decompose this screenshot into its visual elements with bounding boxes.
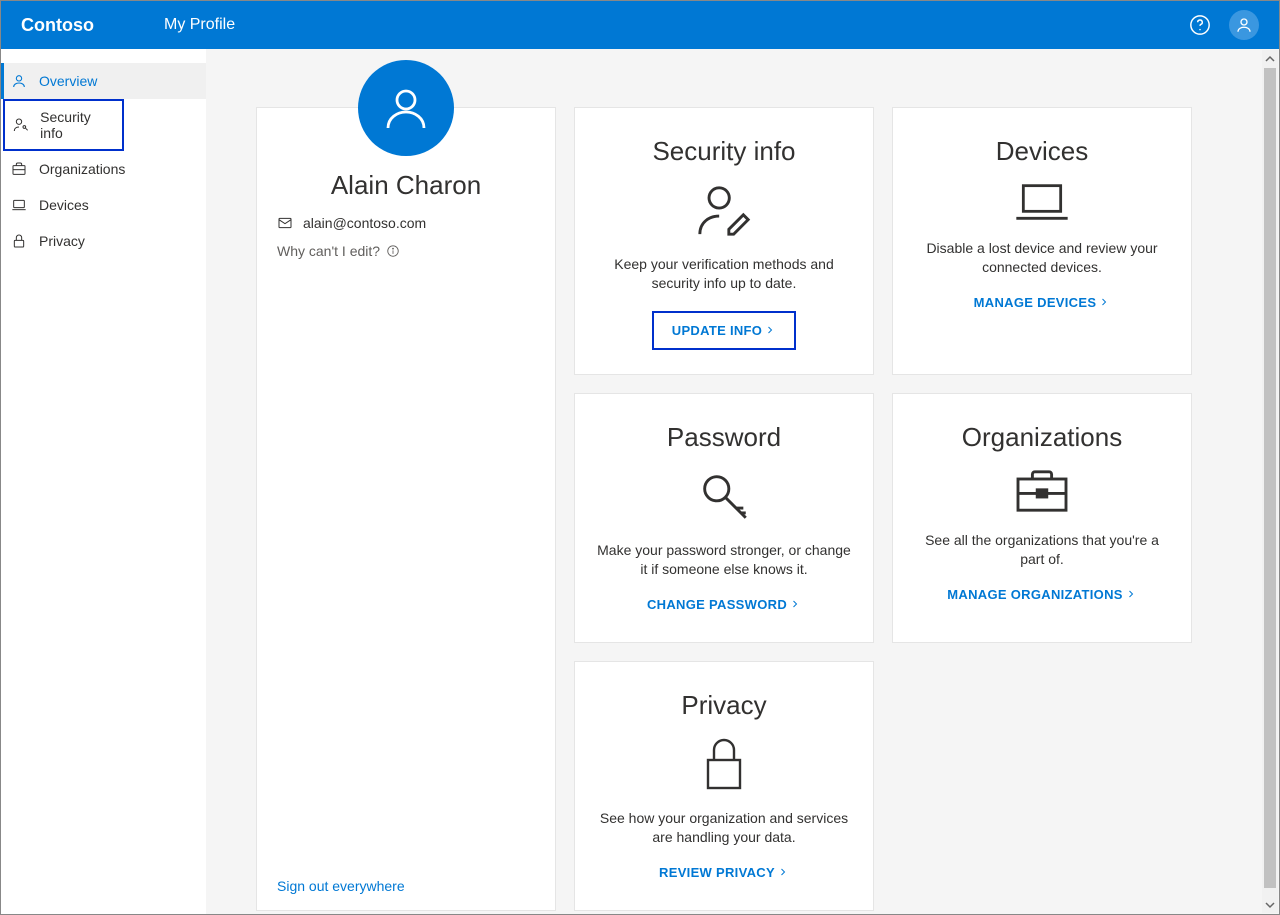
key-icon [695, 467, 753, 525]
scroll-down-button[interactable] [1262, 896, 1278, 913]
manage-devices-link[interactable]: MANAGE DEVICES [974, 295, 1111, 310]
account-avatar[interactable] [1229, 10, 1259, 40]
brand-logo[interactable]: Contoso [21, 15, 94, 36]
profile-card: Alain Charon alain@contoso.com Why can't… [256, 107, 556, 911]
tile-organizations: Organizations See all the organizations … [892, 393, 1192, 643]
tile-title: Privacy [681, 690, 766, 721]
sidebar-item-label: Security info [40, 109, 114, 141]
sidebar-item-devices[interactable]: Devices [1, 187, 206, 223]
profile-avatar [358, 60, 454, 156]
lock-icon [11, 233, 31, 249]
laptop-icon [11, 197, 31, 213]
help-icon[interactable] [1189, 14, 1211, 36]
scrollbar-thumb[interactable] [1264, 68, 1276, 888]
profile-name: Alain Charon [331, 170, 481, 201]
tile-desc: Keep your verification methods and secur… [595, 255, 853, 293]
tile-security-info: Security info Keep your verification met… [574, 107, 874, 375]
sidebar: Overview Security info Organizations [1, 49, 206, 914]
tile-devices: Devices Disable a lost device and review… [892, 107, 1192, 375]
header: Contoso My Profile [1, 1, 1279, 49]
chevron-right-icon [1098, 296, 1110, 308]
update-info-button[interactable]: UPDATE INFO [652, 311, 796, 350]
mail-icon [277, 215, 293, 231]
chevron-right-icon [764, 324, 776, 336]
review-privacy-link[interactable]: REVIEW PRIVACY [659, 865, 789, 880]
sidebar-item-organizations[interactable]: Organizations [1, 151, 206, 187]
tile-title: Password [667, 422, 781, 453]
sidebar-item-label: Privacy [39, 233, 85, 249]
change-password-link[interactable]: CHANGE PASSWORD [647, 597, 801, 612]
tile-title: Devices [996, 136, 1088, 167]
tile-desc: Make your password stronger, or change i… [595, 541, 853, 579]
scrollbar[interactable] [1262, 50, 1278, 913]
tile-title: Security info [652, 136, 795, 167]
page-title: My Profile [164, 16, 235, 34]
person-key-icon [13, 117, 32, 133]
info-icon [386, 244, 400, 258]
chevron-right-icon [777, 866, 789, 878]
laptop-icon [1013, 181, 1071, 223]
tile-title: Organizations [962, 422, 1122, 453]
briefcase-icon [1013, 467, 1071, 515]
person-icon [11, 73, 31, 89]
tile-password: Password Make your password stronger, or… [574, 393, 874, 643]
person-edit-icon [695, 181, 753, 239]
lock-icon [700, 735, 748, 793]
briefcase-icon [11, 161, 31, 177]
tile-desc: Disable a lost device and review your co… [913, 239, 1171, 277]
profile-email: alain@contoso.com [303, 215, 426, 231]
tile-desc: See how your organization and services a… [595, 809, 853, 847]
tile-privacy: Privacy See how your organization and se… [574, 661, 874, 911]
profile-email-row: alain@contoso.com [277, 215, 426, 231]
sidebar-item-label: Devices [39, 197, 89, 213]
manage-organizations-link[interactable]: MANAGE ORGANIZATIONS [947, 587, 1136, 602]
chevron-right-icon [789, 598, 801, 610]
sidebar-item-security-info[interactable]: Security info [3, 99, 124, 151]
sidebar-item-overview[interactable]: Overview [1, 63, 206, 99]
sidebar-item-label: Organizations [39, 161, 125, 177]
tile-desc: See all the organizations that you're a … [913, 531, 1171, 569]
sidebar-item-privacy[interactable]: Privacy [1, 223, 206, 259]
chevron-right-icon [1125, 588, 1137, 600]
scroll-up-button[interactable] [1262, 50, 1278, 67]
sidebar-item-label: Overview [39, 73, 97, 89]
sign-out-everywhere-link[interactable]: Sign out everywhere [277, 878, 405, 894]
main-content: Alain Charon alain@contoso.com Why can't… [206, 49, 1279, 914]
why-cant-edit[interactable]: Why can't I edit? [277, 243, 400, 259]
